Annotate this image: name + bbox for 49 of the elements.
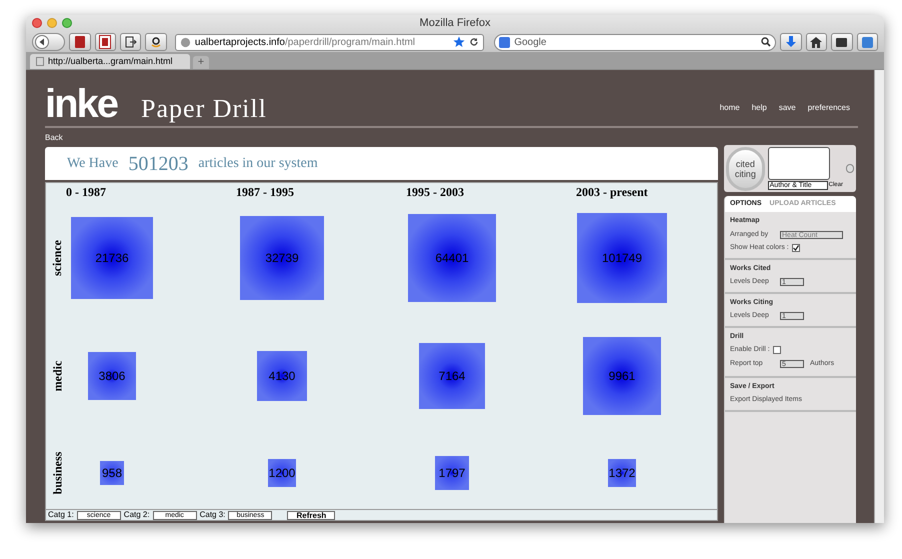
refresh-button[interactable]: Refresh <box>287 510 336 520</box>
reload-icon <box>469 37 480 47</box>
new-tab-button[interactable]: + <box>193 56 209 69</box>
category-label: Catg 3: <box>200 509 226 521</box>
row-label: medic <box>49 360 65 392</box>
search-field[interactable]: Google <box>494 34 776 50</box>
back-link[interactable]: Back <box>45 132 63 144</box>
nav-link[interactable]: home <box>720 102 740 114</box>
column-header: 1995 - 2003 <box>406 184 465 199</box>
exit-icon[interactable] <box>120 33 142 51</box>
search-input[interactable] <box>768 147 830 180</box>
zoom-icon[interactable] <box>62 18 72 28</box>
home-icon[interactable] <box>806 33 828 51</box>
nav-link[interactable]: help <box>752 102 767 114</box>
url-text: ualbertaprojects.info/paperdrill/program/main.html <box>194 36 416 50</box>
column-header: 0 - 1987 <box>66 184 107 199</box>
row-label: science <box>49 240 65 276</box>
search-icon <box>761 37 772 47</box>
checkbox[interactable] <box>792 244 800 252</box>
row-label: business <box>49 452 65 494</box>
check-icon <box>792 245 799 252</box>
nav-link[interactable]: preferences <box>808 102 850 114</box>
scrollbar[interactable] <box>874 70 884 523</box>
url-field[interactable]: ualbertaprojects.info/paperdrill/program/main.html <box>174 34 484 50</box>
article-count: 501203 <box>128 152 188 176</box>
heat-cell[interactable]: 1372 <box>608 458 636 488</box>
category-label: Catg 2: <box>124 509 150 521</box>
heat-cell[interactable]: 958 <box>100 460 124 486</box>
banner-text: We Have <box>67 155 118 173</box>
column-header: 1987 - 1995 <box>236 184 295 199</box>
browser-tab[interactable]: http://ualberta...gram/main.html <box>30 54 190 69</box>
bookmark-icon[interactable] <box>94 33 116 51</box>
back-button[interactable] <box>32 33 66 51</box>
app-title: Paper Drill <box>141 94 267 124</box>
checkbox[interactable] <box>772 346 781 354</box>
column-header: 2003 - present <box>576 184 649 199</box>
banner-text: articles in our system <box>198 155 318 173</box>
category-label: Catg 1: <box>48 509 74 521</box>
close-icon[interactable] <box>32 18 42 28</box>
page-icon <box>36 57 44 66</box>
heat-cell[interactable]: 1200 <box>268 459 296 487</box>
book-icon[interactable] <box>69 33 91 51</box>
window-title: Mozilla Firefox <box>420 16 490 32</box>
search-placeholder: Google <box>514 36 548 50</box>
cited-citing-toggle[interactable]: cited citing <box>726 146 765 190</box>
logo: inke <box>45 84 118 124</box>
download-icon[interactable] <box>780 33 802 51</box>
star-icon <box>453 36 466 48</box>
nav-link[interactable]: save <box>778 102 796 114</box>
